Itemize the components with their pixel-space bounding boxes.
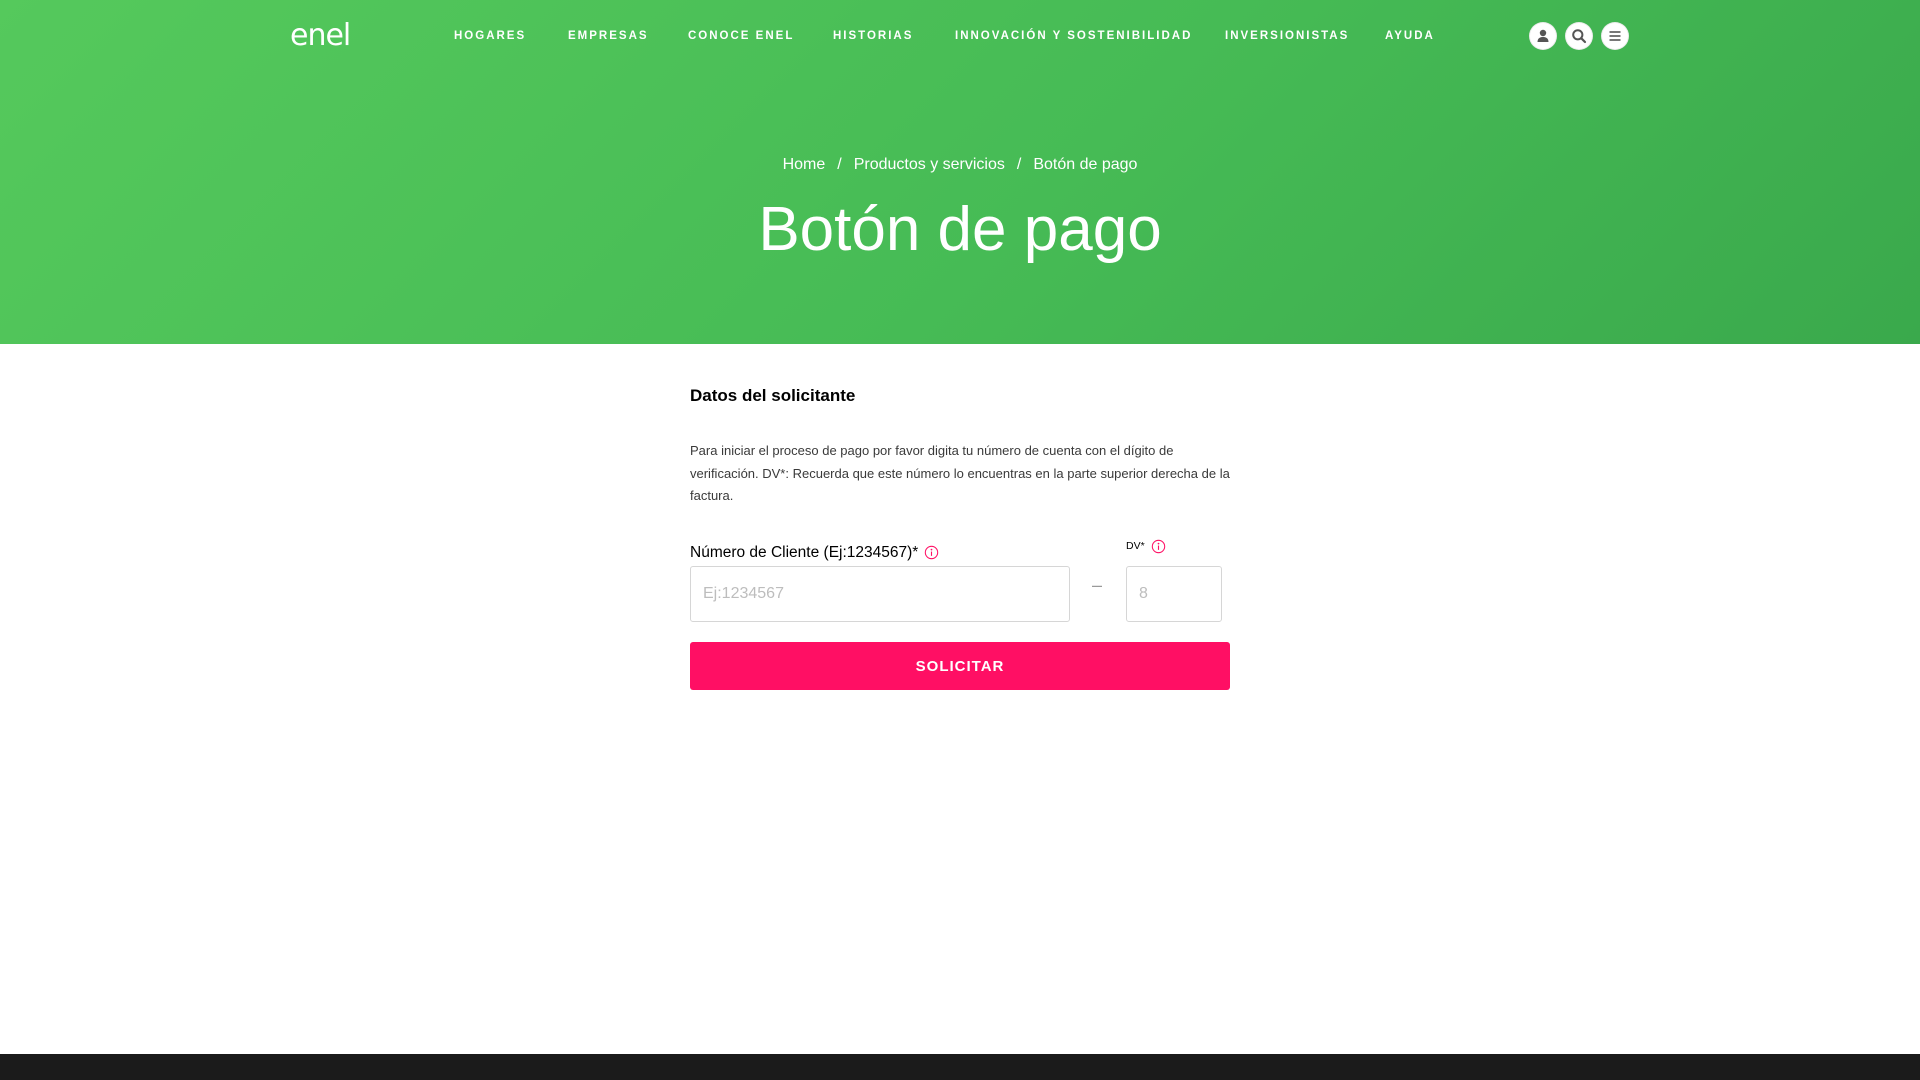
search-icon xyxy=(1572,29,1587,44)
nav-item-inversionistas[interactable]: INVERSIONISTAS xyxy=(1225,27,1349,45)
breadcrumb-productos[interactable]: Productos y servicios xyxy=(854,156,1005,173)
hero-header: enel HOGARES EMPRESAS CONOCE ENEL HISTOR… xyxy=(0,0,1920,344)
breadcrumb-home[interactable]: Home xyxy=(783,156,826,173)
nav-item-ayuda[interactable]: AYUDA xyxy=(1385,27,1435,45)
dash-separator: – xyxy=(1092,575,1103,595)
search-button[interactable] xyxy=(1565,22,1593,50)
nav-item-empresas[interactable]: EMPRESAS xyxy=(568,27,649,45)
breadcrumb: Home / Productos y servicios / Botón de pago xyxy=(0,154,1920,176)
dv-input[interactable] xyxy=(1126,566,1222,622)
menu-icon xyxy=(1609,31,1621,41)
breadcrumb-separator: / xyxy=(837,156,842,173)
dv-label-text: DV* xyxy=(1126,540,1145,552)
nav-item-innovacion[interactable]: INNOVACIÓN Y SOSTENIBILIDAD xyxy=(955,27,1192,45)
section-title: Datos del solicitante xyxy=(690,386,856,405)
breadcrumb-current: Botón de pago xyxy=(1033,156,1138,173)
info-icon[interactable] xyxy=(924,545,939,560)
client-number-input[interactable] xyxy=(690,566,1070,622)
nav-item-hogares[interactable]: HOGARES xyxy=(454,27,526,45)
client-number-label: Número de Cliente (Ej:1234567)* xyxy=(690,542,939,564)
solicitar-button[interactable]: SOLICITAR xyxy=(690,642,1230,690)
breadcrumb-separator: / xyxy=(1016,156,1022,173)
main-nav: HOGARES EMPRESAS CONOCE ENEL HISTORIAS I… xyxy=(0,27,1920,47)
form-description: Para iniciar el proceso de pago por favo… xyxy=(690,443,1230,503)
footer-bar xyxy=(0,1054,1920,1080)
user-button[interactable] xyxy=(1529,22,1557,50)
page-title: Botón de pago xyxy=(758,195,1162,264)
nav-item-historias[interactable]: HISTORIAS xyxy=(833,27,913,45)
user-icon xyxy=(1537,29,1549,42)
menu-button[interactable] xyxy=(1601,22,1629,50)
dv-label: DV* xyxy=(1126,537,1166,555)
nav-item-conoce-enel[interactable]: CONOCE ENEL xyxy=(688,27,794,45)
info-icon[interactable] xyxy=(1151,539,1166,554)
client-number-label-text: Número de Cliente (Ej:1234567)* xyxy=(690,544,919,561)
